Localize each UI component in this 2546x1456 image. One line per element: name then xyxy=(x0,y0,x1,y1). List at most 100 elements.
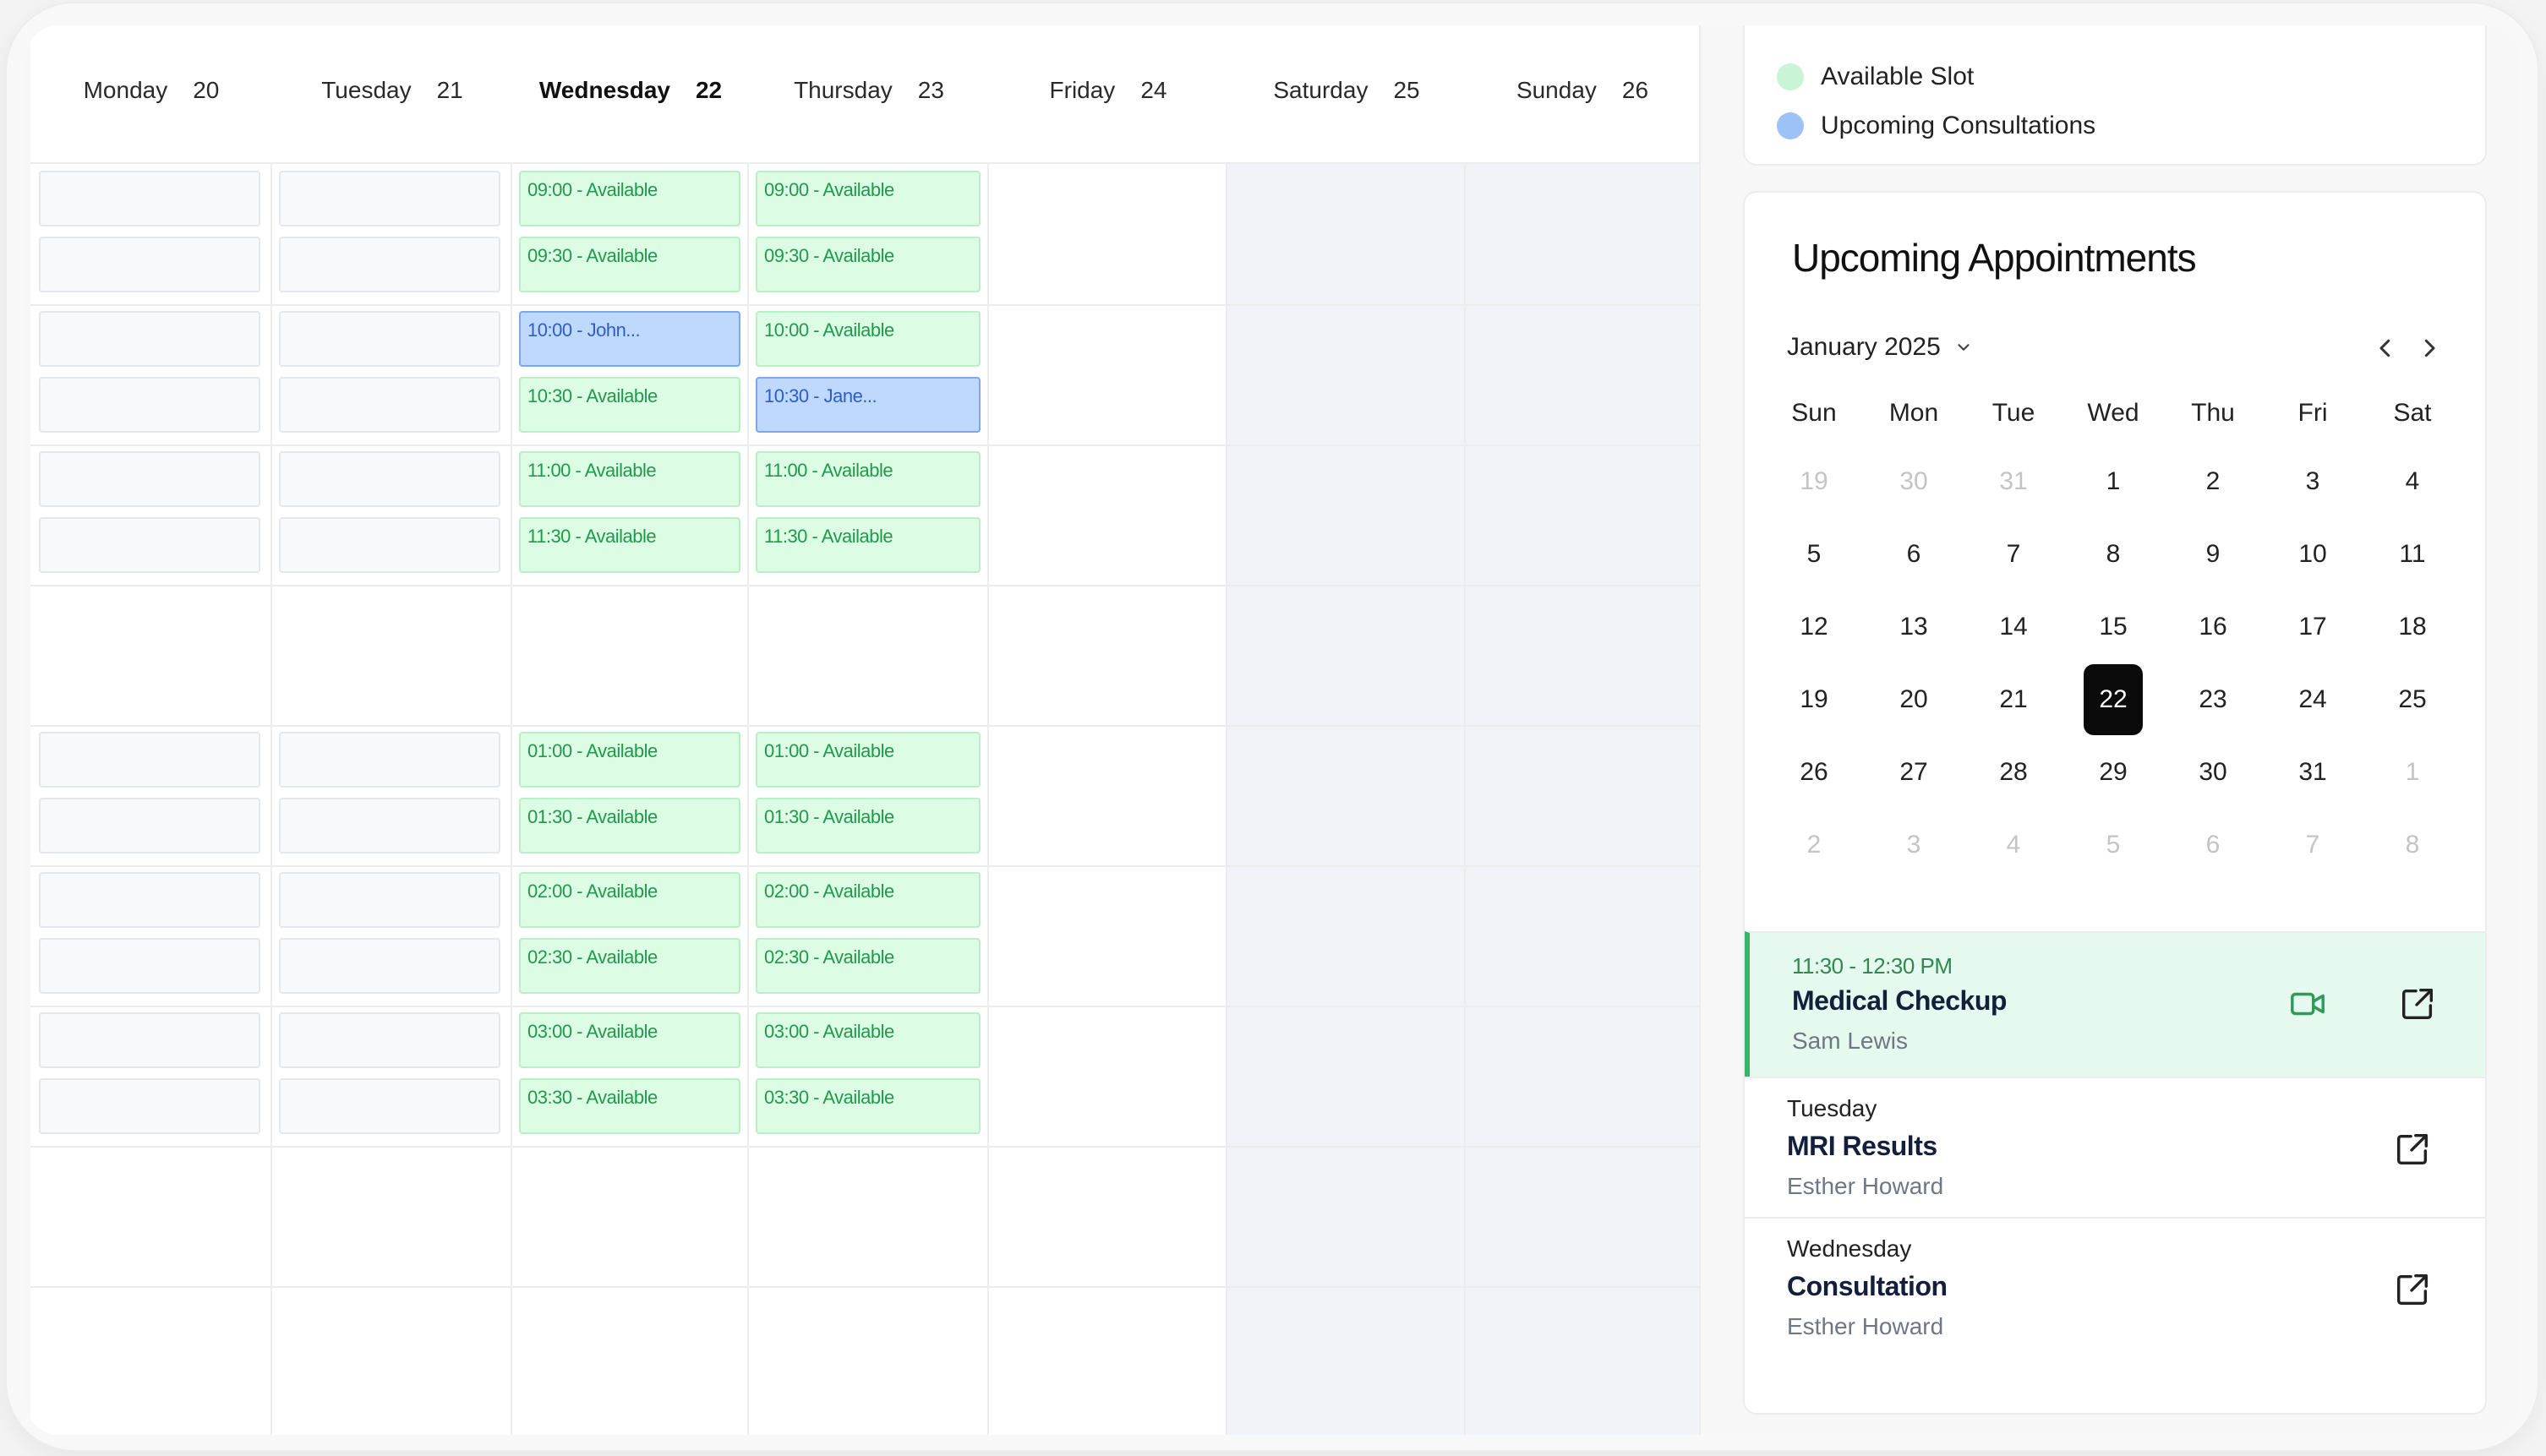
available-slot[interactable]: 03:00 - Available xyxy=(756,1012,981,1068)
calendar-day[interactable]: 28 xyxy=(1984,737,2043,808)
calendar-day[interactable]: 19 xyxy=(1784,664,1844,735)
available-slot[interactable]: 10:30 - Available xyxy=(519,377,740,433)
available-slot[interactable]: 01:00 - Available xyxy=(519,732,740,788)
empty-slot[interactable] xyxy=(39,732,260,788)
empty-slot[interactable] xyxy=(279,377,500,433)
calendar-day[interactable]: 31 xyxy=(1984,446,2043,517)
calendar-day[interactable]: 26 xyxy=(1784,737,1844,808)
empty-slot[interactable] xyxy=(279,451,500,507)
empty-slot[interactable] xyxy=(39,1078,260,1134)
available-slot[interactable]: 01:00 - Available xyxy=(756,732,981,788)
empty-slot[interactable] xyxy=(279,1012,500,1068)
appointment-item[interactable]: Tuesday MRI Results Esther Howard xyxy=(1745,1077,2485,1222)
empty-slot[interactable] xyxy=(279,171,500,226)
calendar-day[interactable]: 11 xyxy=(2383,519,2442,590)
calendar-day-selected[interactable]: 22 xyxy=(2084,664,2143,735)
calendar-day[interactable]: 3 xyxy=(2283,446,2342,517)
calendar-day[interactable]: 6 xyxy=(1884,519,1943,590)
calendar-day[interactable]: 7 xyxy=(2283,810,2342,881)
empty-slot[interactable] xyxy=(39,517,260,573)
available-slot[interactable]: 11:00 - Available xyxy=(756,451,981,507)
appointment-item[interactable]: 11:30 - 12:30 PM Medical Checkup Sam Lew… xyxy=(1745,931,2485,1077)
video-call-button[interactable] xyxy=(2284,980,2331,1028)
empty-slot[interactable] xyxy=(39,872,260,928)
empty-slot[interactable] xyxy=(39,311,260,367)
calendar-day[interactable]: 7 xyxy=(1984,519,2043,590)
available-slot[interactable]: 02:00 - Available xyxy=(519,872,740,928)
calendar-day[interactable]: 17 xyxy=(2283,592,2342,663)
empty-slot[interactable] xyxy=(39,171,260,226)
day-header-wednesday[interactable]: Wednesday 22 xyxy=(512,69,749,112)
empty-slot[interactable] xyxy=(279,311,500,367)
calendar-day[interactable]: 12 xyxy=(1784,592,1844,663)
calendar-day[interactable]: 23 xyxy=(2183,664,2243,735)
available-slot[interactable]: 01:30 - Available xyxy=(756,798,981,853)
empty-slot[interactable] xyxy=(39,798,260,853)
available-slot[interactable]: 03:30 - Available xyxy=(756,1078,981,1134)
calendar-day[interactable]: 19 xyxy=(1784,446,1844,517)
appointment-item[interactable]: Wednesday Consultation Esther Howard xyxy=(1745,1217,2485,1362)
available-slot[interactable]: 03:00 - Available xyxy=(519,1012,740,1068)
calendar-day[interactable]: 21 xyxy=(1984,664,2043,735)
available-slot[interactable]: 09:00 - Available xyxy=(519,171,740,226)
month-selector[interactable]: January 2025 xyxy=(1787,333,1973,362)
empty-slot[interactable] xyxy=(39,938,260,994)
day-header-monday[interactable]: Monday 20 xyxy=(30,69,272,112)
empty-slot[interactable] xyxy=(279,798,500,853)
calendar-day[interactable]: 2 xyxy=(1784,810,1844,881)
day-header-saturday[interactable]: Saturday 25 xyxy=(1227,69,1466,112)
open-appointment-button[interactable] xyxy=(2389,1266,2436,1313)
calendar-day[interactable]: 31 xyxy=(2283,737,2342,808)
calendar-day[interactable]: 24 xyxy=(2283,664,2342,735)
day-header-tuesday[interactable]: Tuesday 21 xyxy=(272,69,512,112)
calendar-day[interactable]: 4 xyxy=(2383,446,2442,517)
empty-slot[interactable] xyxy=(39,451,260,507)
calendar-day[interactable]: 14 xyxy=(1984,592,2043,663)
empty-slot[interactable] xyxy=(279,517,500,573)
empty-slot[interactable] xyxy=(39,237,260,292)
calendar-day[interactable]: 8 xyxy=(2084,519,2143,590)
available-slot[interactable]: 09:30 - Available xyxy=(756,237,981,292)
calendar-day[interactable]: 16 xyxy=(2183,592,2243,663)
empty-slot[interactable] xyxy=(279,938,500,994)
day-header-friday[interactable]: Friday 24 xyxy=(989,69,1227,112)
empty-slot[interactable] xyxy=(39,377,260,433)
calendar-day[interactable]: 1 xyxy=(2084,446,2143,517)
calendar-day[interactable]: 29 xyxy=(2084,737,2143,808)
calendar-day[interactable]: 18 xyxy=(2383,592,2442,663)
available-slot[interactable]: 09:00 - Available xyxy=(756,171,981,226)
calendar-day[interactable]: 30 xyxy=(1884,446,1943,517)
available-slot[interactable]: 03:30 - Available xyxy=(519,1078,740,1134)
available-slot[interactable]: 02:00 - Available xyxy=(756,872,981,928)
available-slot[interactable]: 02:30 - Available xyxy=(519,938,740,994)
open-appointment-button[interactable] xyxy=(2389,1126,2436,1173)
prev-month-button[interactable] xyxy=(2368,331,2402,365)
booked-slot[interactable]: 10:00 - John... xyxy=(519,311,740,367)
calendar-day[interactable]: 6 xyxy=(2183,810,2243,881)
day-header-sunday[interactable]: Sunday 26 xyxy=(1466,69,1699,112)
available-slot[interactable]: 11:30 - Available xyxy=(519,517,740,573)
open-appointment-button[interactable] xyxy=(2394,980,2441,1028)
next-month-button[interactable] xyxy=(2412,331,2446,365)
calendar-day[interactable]: 13 xyxy=(1884,592,1943,663)
available-slot[interactable]: 09:30 - Available xyxy=(519,237,740,292)
calendar-day[interactable]: 4 xyxy=(1984,810,2043,881)
calendar-day[interactable]: 1 xyxy=(2383,737,2442,808)
calendar-day[interactable]: 15 xyxy=(2084,592,2143,663)
available-slot[interactable]: 01:30 - Available xyxy=(519,798,740,853)
empty-slot[interactable] xyxy=(279,1078,500,1134)
calendar-day[interactable]: 9 xyxy=(2183,519,2243,590)
available-slot[interactable]: 11:00 - Available xyxy=(519,451,740,507)
day-header-thursday[interactable]: Thursday 23 xyxy=(749,69,989,112)
calendar-day[interactable]: 27 xyxy=(1884,737,1943,808)
calendar-day[interactable]: 5 xyxy=(1784,519,1844,590)
available-slot[interactable]: 11:30 - Available xyxy=(756,517,981,573)
empty-slot[interactable] xyxy=(279,732,500,788)
calendar-day[interactable]: 5 xyxy=(2084,810,2143,881)
empty-slot[interactable] xyxy=(39,1012,260,1068)
calendar-day[interactable]: 2 xyxy=(2183,446,2243,517)
calendar-day[interactable]: 25 xyxy=(2383,664,2442,735)
booked-slot[interactable]: 10:30 - Jane... xyxy=(756,377,981,433)
available-slot[interactable]: 02:30 - Available xyxy=(756,938,981,994)
calendar-day[interactable]: 3 xyxy=(1884,810,1943,881)
